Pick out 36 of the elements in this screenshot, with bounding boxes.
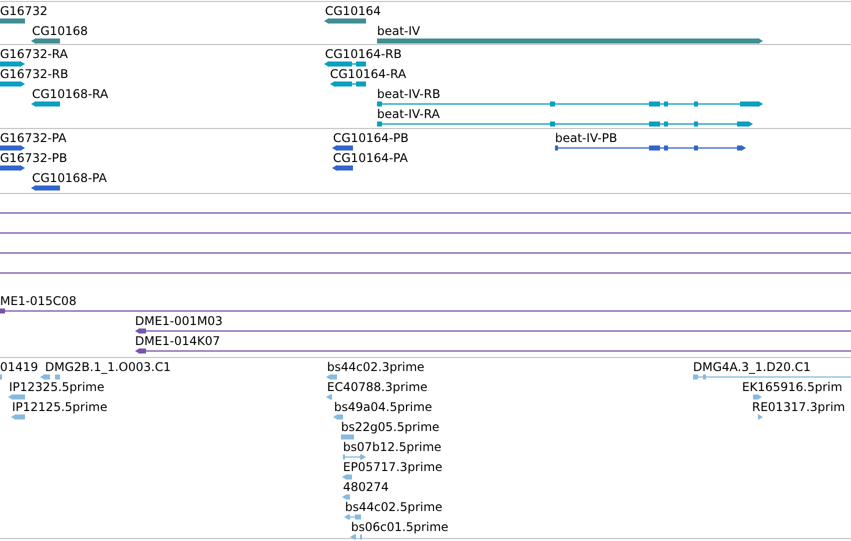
feature-label: CG10164-RB [325,47,402,61]
feature-label: CG10164 [325,4,381,18]
feature-label: beat-IV-RB [377,87,440,101]
feature-label: IP12325.5prime [9,380,104,394]
feature-label: G16732-RB [0,67,68,81]
feature-label: CG10168 [32,24,88,38]
feature-label: bs07b12.5prime [343,440,442,454]
feature-label: CG10168-RA [32,87,108,101]
feature-label: beat-IV [377,24,420,38]
feature-label: 01419 [0,360,38,374]
feature-label: 480274 [343,480,389,494]
feature-label: bs44c02.5prime [345,500,442,514]
feature-label: EK165916.5prim [742,380,842,394]
feature-label: G16732-PA [0,131,66,145]
feature-label: DMG2B.1_1.O003.C1 [45,360,171,374]
feature-label: G16732 [0,4,48,18]
feature-label: bs22g05.5prime [341,420,440,434]
feature-label: DME1-014K07 [135,334,220,348]
feature-label: bs49a04.5prime [334,400,432,414]
feature-label: CG10168-PA [32,171,107,185]
feature-label: IP12125.5prime [12,400,108,414]
feature-label: CG10164-RA [330,67,406,81]
feature-label: CG10164-PA [333,151,408,165]
feature-label: DME1-001M03 [135,314,223,328]
feature-label: ME1-015C08 [0,294,76,308]
feature-label: DMG4A.3_1.D20.C1 [693,360,811,374]
feature-label: beat-IV-PB [555,131,618,145]
feature-label: EP05717.3prime [343,460,442,474]
feature-label: CG10164-PB [333,131,409,145]
feature-label: beat-IV-RA [377,107,440,121]
feature-label: bs44c02.3prime [327,360,424,374]
feature-label: EC40788.3prime [327,380,428,394]
feature-label: bs06c01.5prime [351,520,448,534]
feature-label: G16732-PB [0,151,68,165]
feature-label: RE01317.3prim [752,400,846,414]
feature-label: G16732-RA [0,47,68,61]
